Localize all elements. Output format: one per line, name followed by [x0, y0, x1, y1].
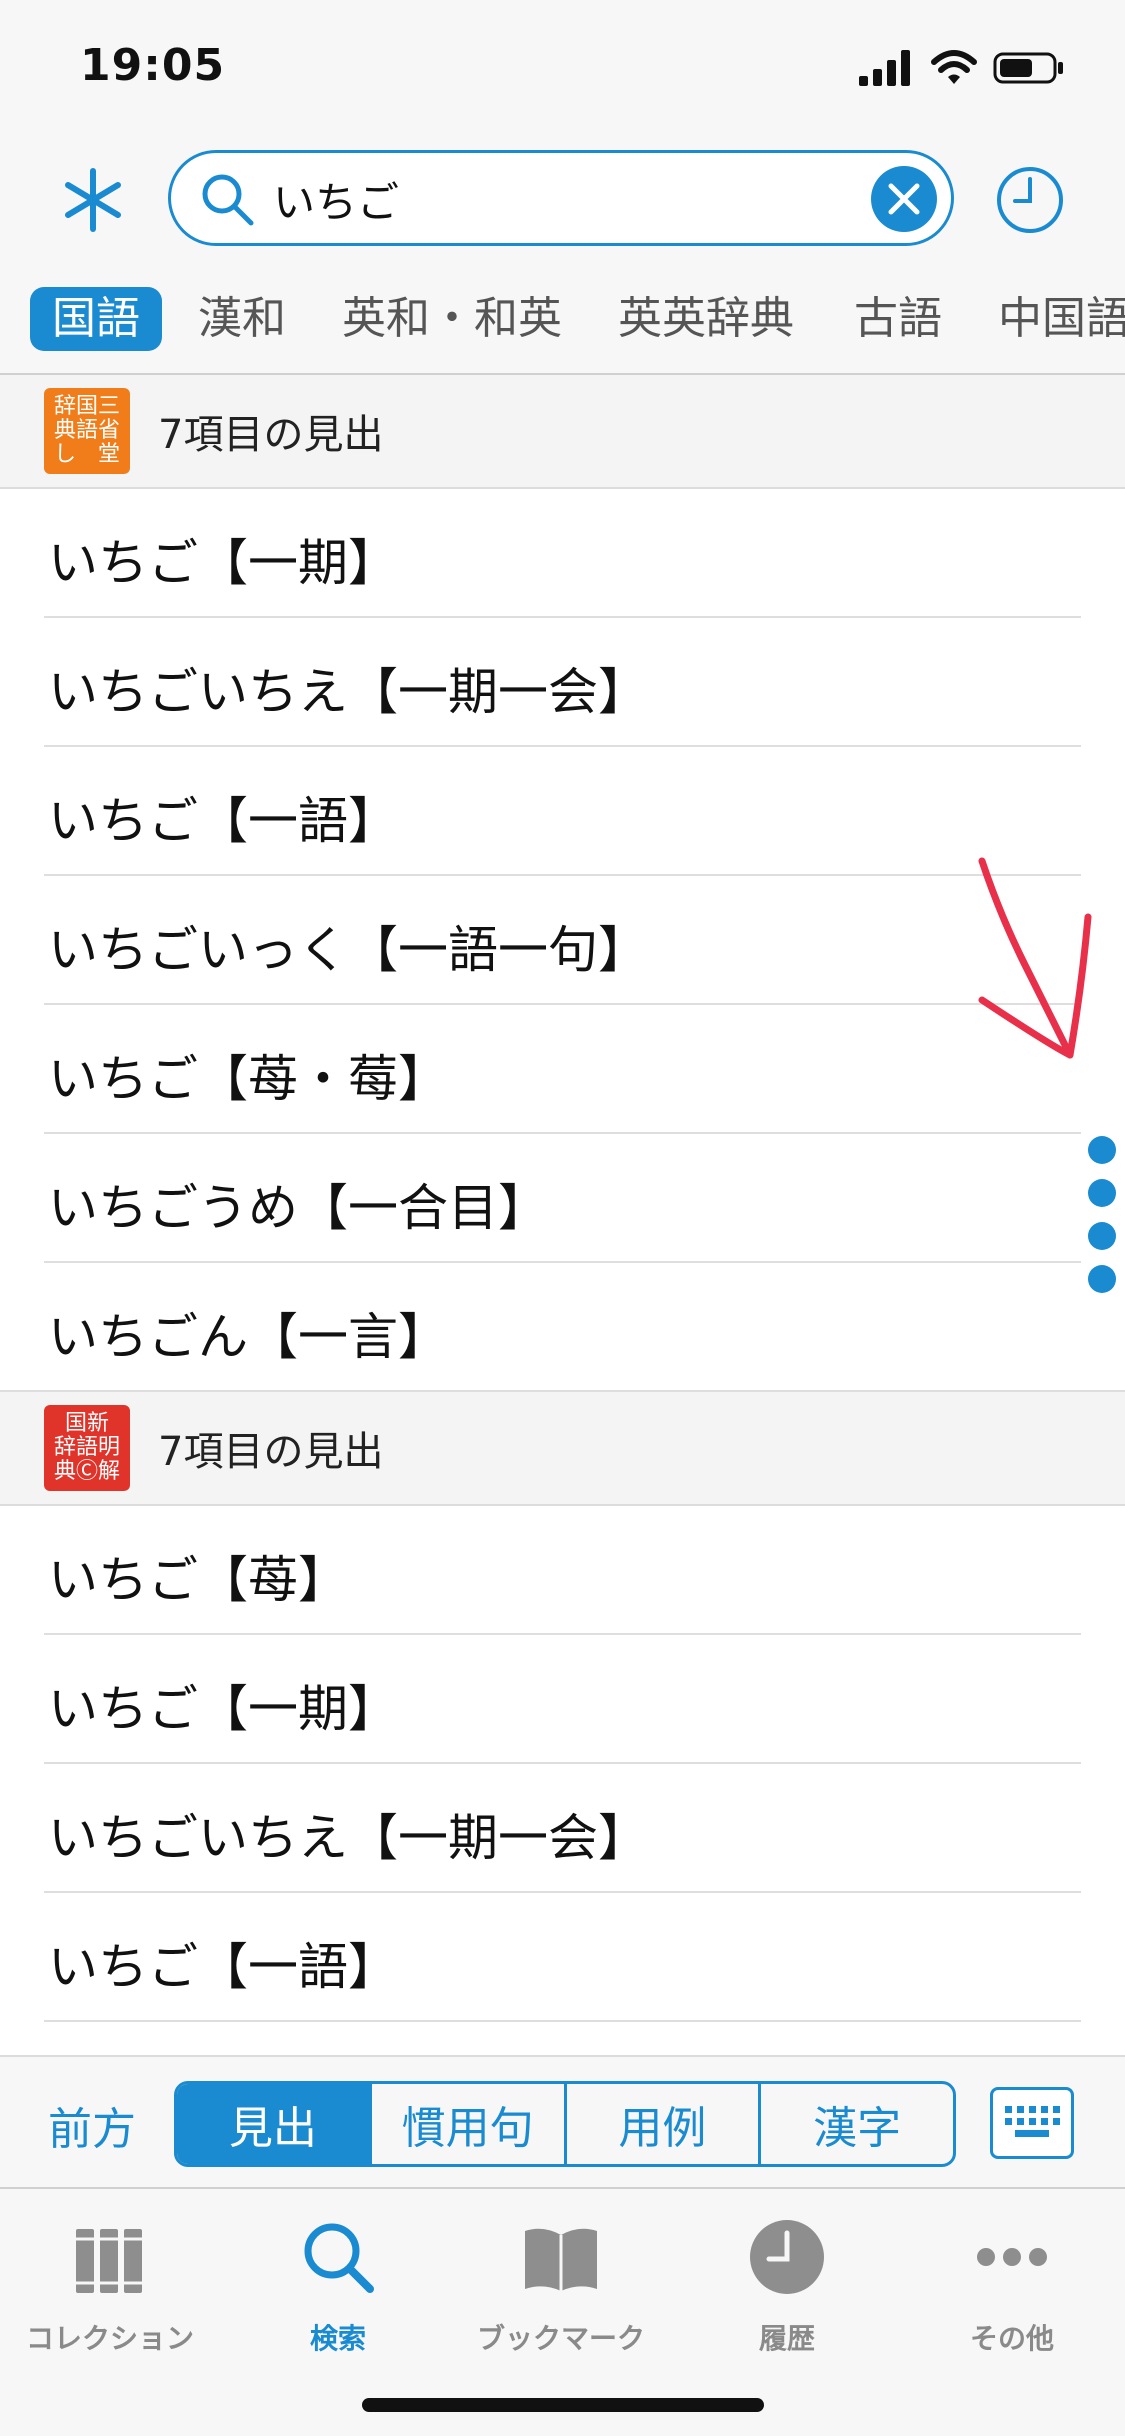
tab-label: コレクション	[25, 2322, 194, 2355]
list-item[interactable]: いちごん【一言】	[0, 1263, 1125, 1392]
entry-text: いちご【苺・莓】	[48, 1050, 448, 1108]
section-header-sanseido[interactable]: 辞国三 典語省 し 堂 7項目の見出	[0, 375, 1125, 489]
list-item[interactable]: いちご【苺・莓】	[0, 1005, 1125, 1134]
status-time: 19:05	[80, 40, 226, 91]
open-book-icon	[525, 2228, 597, 2291]
keyboard-button[interactable]	[990, 2087, 1074, 2159]
entry-text: いちご【一語】	[48, 1938, 398, 1996]
list-item[interactable]: いちご【苺】	[0, 1506, 1125, 1635]
section-count: 7項目の見出	[158, 412, 384, 458]
search-input[interactable]	[271, 163, 835, 235]
prefix-search-button[interactable]: 前方	[48, 2093, 136, 2157]
tab-eiei[interactable]: 英英辞典	[618, 287, 794, 351]
more-icon	[977, 2248, 1047, 2266]
list-item[interactable]: いちごうめ【一合目】	[0, 1134, 1125, 1263]
scroll-dot	[1088, 1265, 1116, 1293]
results-list[interactable]: 辞国三 典語省 し 堂 7項目の見出 いちご【一期】 いちごいちえ【一期一会】 …	[0, 375, 1125, 2055]
annotation-arrow	[978, 857, 1092, 1059]
tab-eiwa-waei[interactable]: 英和・和英	[342, 287, 562, 351]
section-count: 7項目の見出	[158, 1429, 384, 1475]
dictionary-tabs: 国語 漢和 英和・和英 英英辞典 古語 中国語	[0, 275, 1125, 375]
list-item[interactable]: いちご【一期】	[0, 489, 1125, 618]
battery-icon	[993, 52, 1063, 84]
tab-label: ブックマーク	[476, 2322, 645, 2355]
tab-label: その他	[969, 2322, 1054, 2355]
list-item[interactable]: いちご【一語】	[0, 1893, 1125, 2022]
clock-icon	[750, 2220, 824, 2294]
tab-label: 履歴	[758, 2322, 815, 2355]
search-icon	[202, 174, 254, 226]
segment-yourei[interactable]: 用例	[563, 2084, 759, 2164]
tab-kokugo[interactable]: 国語	[30, 287, 162, 351]
tab-kogo[interactable]: 古語	[854, 287, 942, 351]
tab-more[interactable]: その他	[907, 2209, 1117, 2359]
list-item[interactable]: いちご【一期】	[0, 1635, 1125, 1764]
search-mode-bar: 前方 見出 慣用句 用例 漢字	[0, 2055, 1125, 2187]
entry-text: いちご【一期】	[48, 534, 398, 592]
divider	[44, 2020, 1081, 2022]
index-scroll-handle[interactable]	[1088, 1136, 1118, 1296]
wildcard-button[interactable]	[58, 165, 128, 235]
search-header	[0, 135, 1125, 275]
wifi-icon	[931, 50, 977, 84]
list-item[interactable]: いちごいちえ【一期一会】	[0, 1764, 1125, 1893]
shinmeikai-book-icon: 国新 辞語明 典Ⓒ解	[44, 1405, 130, 1491]
search-icon	[304, 2223, 374, 2293]
entry-text: いちごうめ【一合目】	[48, 1179, 548, 1237]
list-item[interactable]: いちご【一語】	[0, 747, 1125, 876]
entry-text: いちごん【一言】	[48, 1308, 448, 1366]
scroll-dot	[1088, 1222, 1116, 1250]
status-bar: 19:05	[0, 0, 1125, 135]
segment-kanji[interactable]: 漢字	[758, 2084, 953, 2164]
clock-icon	[997, 167, 1063, 233]
tab-kanwa[interactable]: 漢和	[198, 287, 286, 351]
entry-text: いちご【一語】	[48, 792, 398, 850]
scroll-dot	[1088, 1179, 1116, 1207]
close-icon	[888, 183, 920, 215]
entry-text: いちご【苺】	[48, 1551, 348, 1609]
list-item[interactable]: いちごいっく【一語一句】	[0, 876, 1125, 1005]
home-indicator[interactable]	[362, 2398, 764, 2412]
search-history-button[interactable]	[995, 165, 1065, 235]
tab-bookmark[interactable]: ブックマーク	[456, 2209, 666, 2359]
entry-text: いちごいちえ【一期一会】	[48, 663, 648, 721]
books-icon	[76, 2229, 142, 2293]
status-icons	[859, 48, 1065, 88]
tab-history[interactable]: 履歴	[682, 2209, 892, 2359]
segment-kanyouku[interactable]: 慣用句	[368, 2084, 564, 2164]
tab-collection[interactable]: コレクション	[5, 2209, 215, 2359]
tab-chugokugo[interactable]: 中国語	[998, 287, 1125, 351]
search-box[interactable]	[168, 150, 954, 246]
entry-text: いちごいちえ【一期一会】	[48, 1809, 648, 1867]
entry-text: いちご【一期】	[48, 1680, 398, 1738]
scroll-dot	[1088, 1136, 1116, 1164]
section-header-shinmeikai[interactable]: 国新 辞語明 典Ⓒ解 7項目の見出	[0, 1392, 1125, 1506]
clear-search-button[interactable]	[871, 166, 937, 232]
segment-midashi[interactable]: 見出	[177, 2084, 369, 2164]
list-item[interactable]: いちごいちえ【一期一会】	[0, 618, 1125, 747]
keyboard-icon	[1005, 2106, 1060, 2137]
tab-search[interactable]: 検索	[233, 2209, 443, 2359]
sanseido-book-icon: 辞国三 典語省 し 堂	[44, 388, 130, 474]
asterisk-icon	[65, 168, 121, 232]
search-mode-segmented-control: 見出 慣用句 用例 漢字	[174, 2081, 956, 2167]
tab-label: 検索	[309, 2322, 366, 2355]
entry-text: いちごいっく【一語一句】	[48, 921, 648, 979]
signal-icon	[859, 50, 910, 86]
